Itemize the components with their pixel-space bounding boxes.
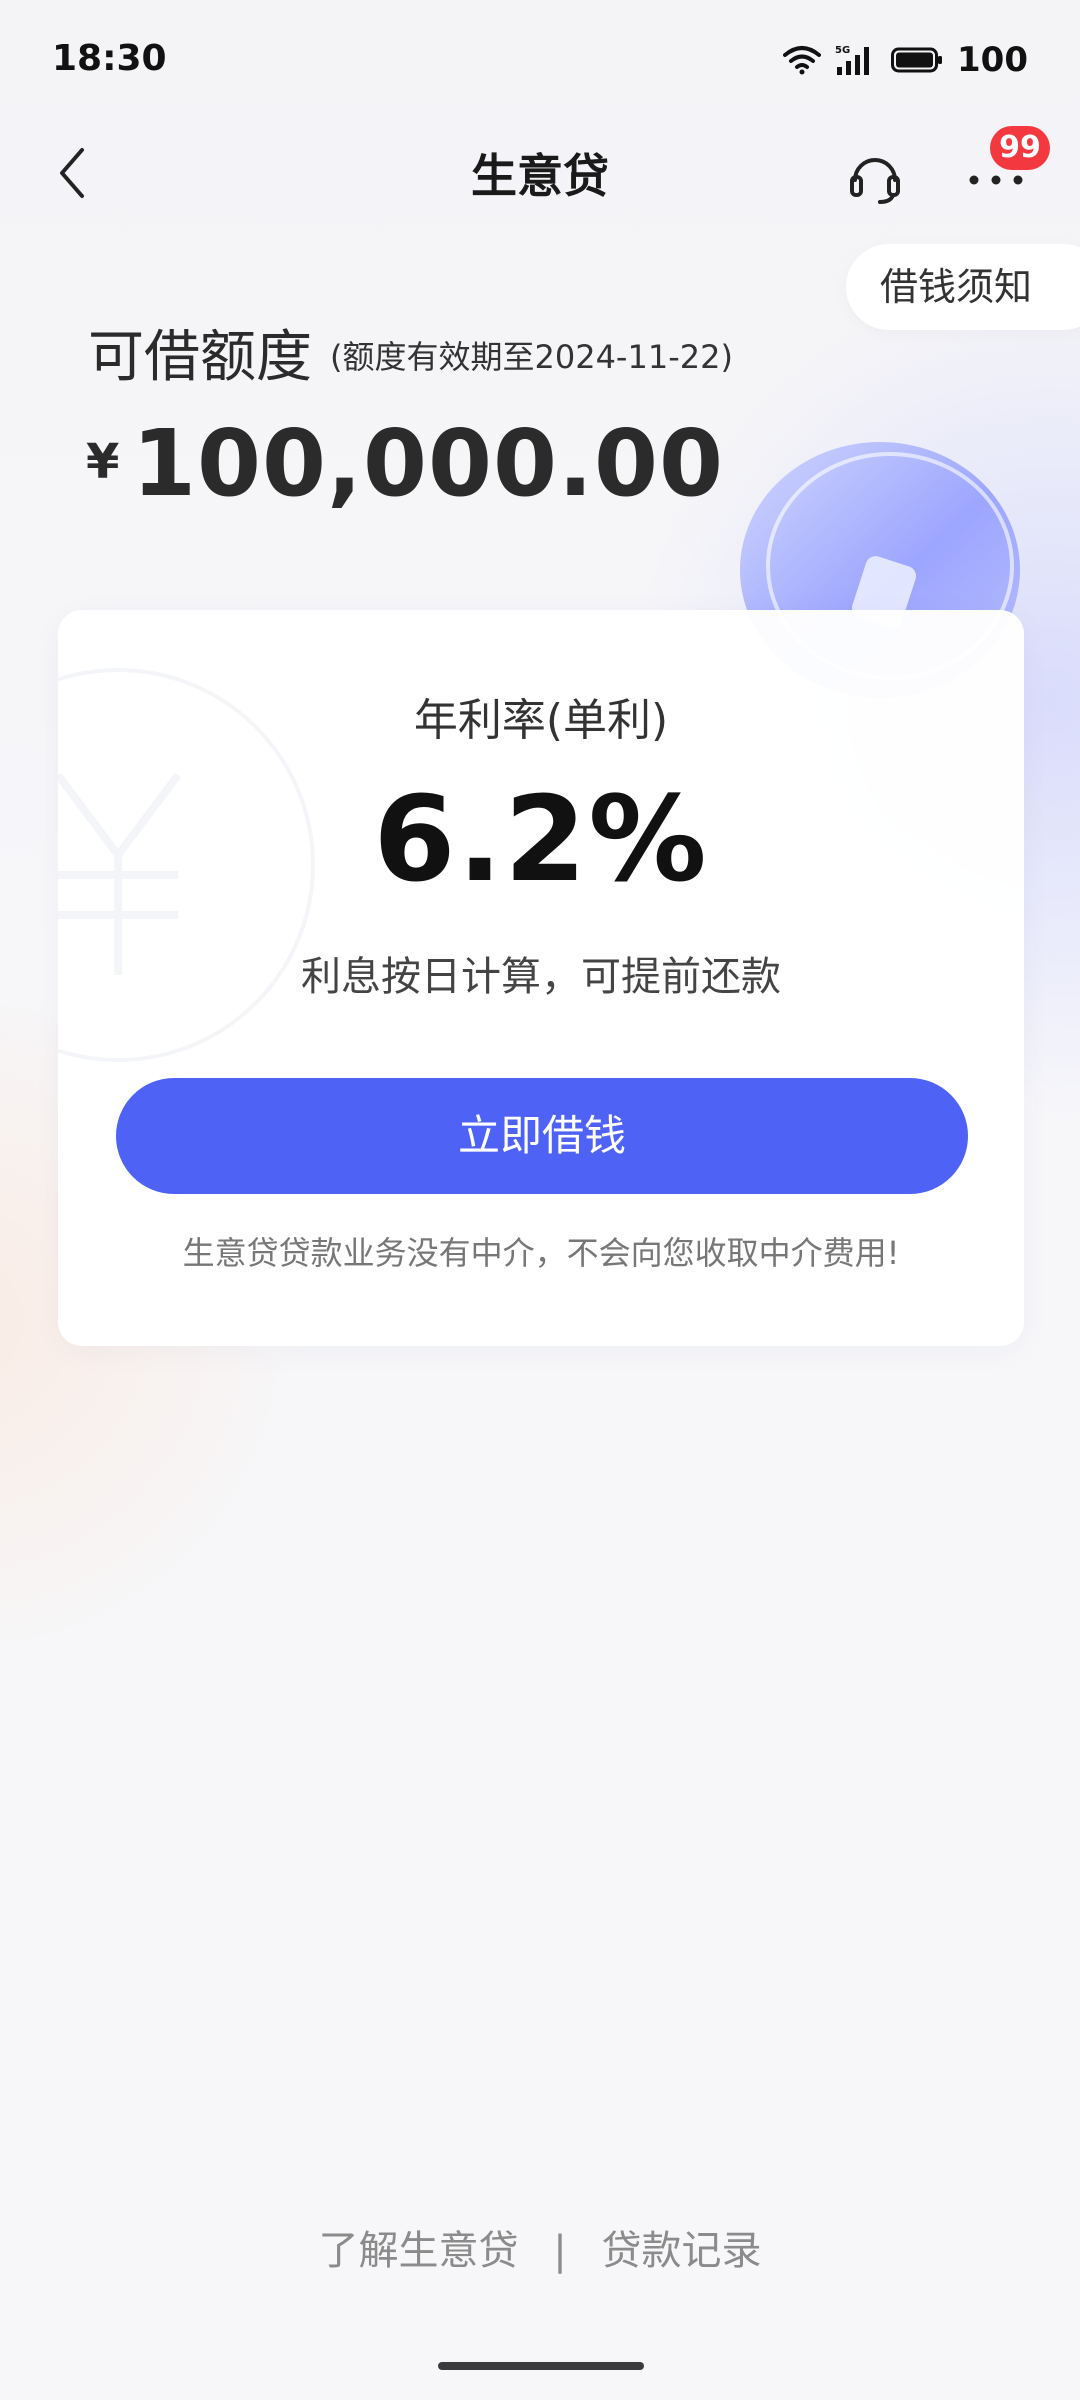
battery-icon <box>891 47 943 73</box>
currency-symbol: ¥ <box>86 434 120 490</box>
loan-card: 年利率(单利) 6.2% 利息按日计算，可提前还款 立即借钱 生意贷贷款业务没有… <box>58 610 1024 1346</box>
notification-badge: 99 <box>990 126 1050 170</box>
interest-description: 利息按日计算，可提前还款 <box>301 954 781 1000</box>
quota-validity-text: (额度有效期至2024-11-22) <box>330 338 733 376</box>
network-type-label: 5G <box>835 45 850 56</box>
home-indicator[interactable] <box>438 2362 644 2370</box>
customer-service-button[interactable] <box>845 146 905 206</box>
headset-icon <box>850 158 900 204</box>
page-title: 生意贷 <box>471 149 609 203</box>
navigation-bar: 生意贷 <box>0 120 1080 220</box>
available-quota-label: 可借额度 <box>88 325 312 390</box>
link-divider: | <box>553 2228 567 2274</box>
loan-records-link[interactable]: 贷款记录 <box>601 2218 761 2276</box>
borrow-now-button[interactable]: 立即借钱 <box>116 1078 968 1194</box>
bottom-links: 了解生意贷 | 贷款记录 <box>0 2218 1080 2276</box>
about-loan-link[interactable]: 了解生意贷 <box>319 2218 519 2276</box>
status-time: 18:30 <box>52 38 167 79</box>
available-amount: 100,000.00 <box>132 410 725 517</box>
no-agent-disclaimer: 生意贷贷款业务没有中介，不会向您收取中介费用! <box>182 1234 900 1272</box>
status-right-group: 5G 100 <box>783 38 1028 82</box>
wifi-icon <box>783 46 822 75</box>
annual-rate-value: 6.2% <box>373 770 709 908</box>
loan-notice-button[interactable]: 借钱须知 <box>846 244 1080 330</box>
status-bar: 18:30 5G 100 <box>0 0 1080 120</box>
battery-level: 100 <box>957 40 1028 80</box>
annual-rate-label: 年利率(单利) <box>413 695 669 746</box>
cellular-signal-icon: 5G <box>835 45 870 75</box>
